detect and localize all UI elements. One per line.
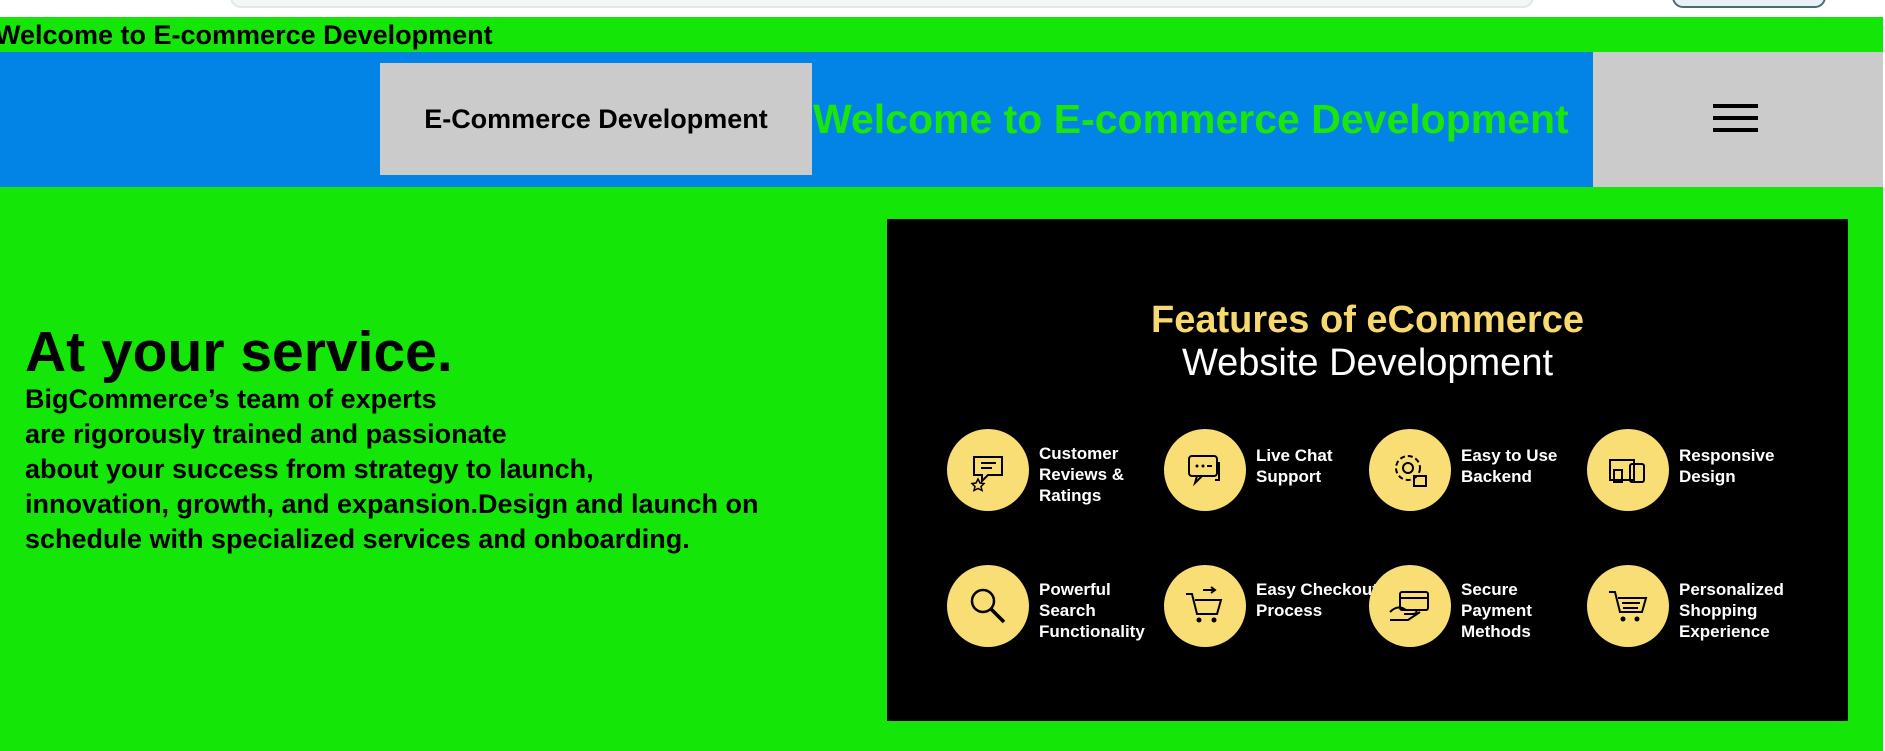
- feature-label: Easy to Use Backend: [1461, 446, 1558, 486]
- search-icon: [947, 565, 1029, 647]
- hero-line: innovation, growth, and expansion.Design…: [25, 489, 759, 519]
- hero-description: BigCommerce’s team of experts are rigoro…: [25, 382, 759, 557]
- feature-label: Easy Checkout Process: [1256, 580, 1378, 620]
- feature-label: Personalized Shopping Experience: [1679, 580, 1784, 641]
- payment-card-icon: [1369, 565, 1451, 647]
- features-image: Features of eCommerce Website Developmen…: [887, 219, 1848, 721]
- hero-line: BigCommerce’s team of experts: [25, 384, 437, 414]
- live-chat-icon: [1164, 429, 1246, 511]
- menu-button[interactable]: [1593, 52, 1883, 187]
- features-title: Features of eCommerce: [1151, 299, 1584, 341]
- hero-heading: At your service.: [25, 320, 453, 384]
- hamburger-menu-icon[interactable]: [1713, 104, 1758, 136]
- browser-chrome-remnant: [0, 0, 1885, 17]
- address-bar[interactable]: [230, 0, 1534, 8]
- hero-line: are rigorously trained and passionate: [25, 419, 507, 449]
- features-subtitle: Website Development: [1181, 342, 1554, 384]
- feature-label: Customer Reviews & Ratings: [1039, 444, 1125, 505]
- browser-button[interactable]: [1672, 0, 1826, 8]
- hero-line: about your success from strategy to laun…: [25, 454, 594, 484]
- chat-reviews-icon: [947, 429, 1029, 511]
- welcome-marquee: Welcome to E-commerce Development: [0, 20, 493, 50]
- nav-welcome-title: Welcome to E-commerce Development: [813, 96, 1569, 142]
- devices-icon: [1587, 429, 1669, 511]
- site-logo[interactable]: E-Commerce Development: [380, 63, 812, 175]
- cart-checkout-icon: [1164, 565, 1246, 647]
- hero-section: At your service. BigCommerce’s team of e…: [25, 322, 759, 557]
- hero-line: schedule with specialized services and o…: [25, 524, 690, 554]
- navbar: E-Commerce Development Welcome to E-comm…: [0, 52, 1883, 187]
- feature-label: Secure Payment Methods: [1461, 580, 1532, 641]
- feature-label: Responsive Design: [1679, 446, 1775, 486]
- shopping-cart-icon: [1587, 565, 1669, 647]
- feature-label: Powerful Search Functionality: [1039, 580, 1145, 641]
- feature-label: Live Chat Support: [1256, 446, 1333, 486]
- page: Welcome to E-commerce Development E-Comm…: [0, 17, 1883, 751]
- gear-backend-icon: [1369, 429, 1451, 511]
